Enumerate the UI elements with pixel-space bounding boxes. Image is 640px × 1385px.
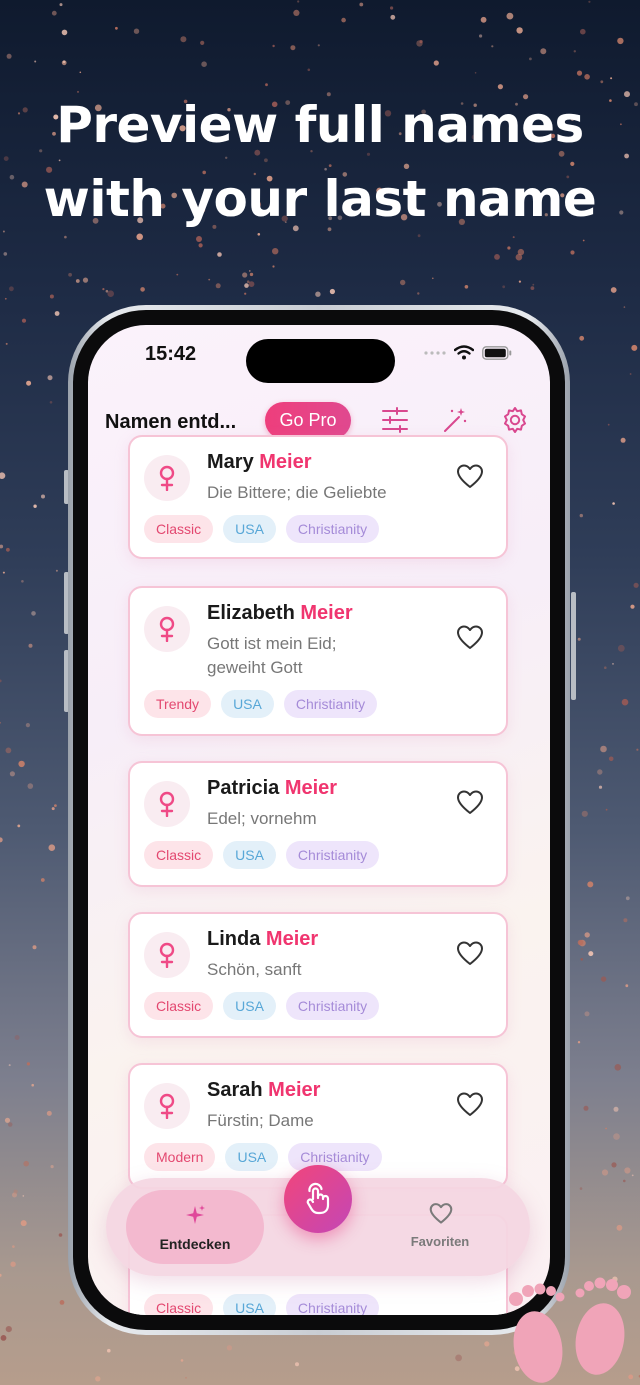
phone-frame: 15:42 Namen entd... Go Pro Mary Meier Di…: [68, 305, 570, 1335]
first-name: Linda: [207, 928, 261, 950]
app-header: Namen entd... Go Pro: [88, 387, 550, 439]
app-screen: 15:42 Namen entd... Go Pro Mary Meier Di…: [88, 325, 550, 1315]
heart-icon[interactable]: [456, 463, 484, 491]
gender-badge: [144, 455, 190, 501]
first-name: Mary: [207, 451, 254, 473]
tag-country: USA: [225, 1143, 279, 1171]
full-name: Mary Meier: [207, 451, 312, 474]
full-name: Elizabeth Meier: [207, 602, 353, 625]
tag-religion: Christianity: [288, 1143, 382, 1171]
female-icon: [159, 942, 175, 968]
name-meaning: Schön, sanft: [207, 960, 302, 979]
gender-badge: [144, 932, 190, 978]
swipe-button[interactable]: [284, 1165, 352, 1233]
tag-religion: Christianity: [285, 1294, 380, 1315]
last-name: Meier: [268, 1079, 321, 1101]
last-name: Meier: [265, 928, 319, 950]
name-card[interactable]: Elizabeth Meier Gott ist mein Eid; gewei…: [128, 586, 508, 736]
tag-list: Classic USA Christianity: [144, 1294, 380, 1315]
tag-era: Classic: [144, 992, 214, 1020]
signal-icon: [424, 350, 446, 355]
tab-favorites-label: Favoriten: [410, 1234, 470, 1249]
last-name: Meier: [300, 602, 353, 624]
wifi-icon: [454, 345, 474, 360]
headline-line-2: with your last name: [43, 170, 597, 228]
heart-icon[interactable]: [456, 624, 484, 652]
gear-icon[interactable]: [500, 405, 530, 435]
sparkles-icon: [186, 1205, 205, 1224]
phone-power-button: [571, 592, 576, 700]
tag-list: Classic USA Christianity: [144, 992, 380, 1020]
tag-list: Modern USA Christianity: [144, 1143, 382, 1171]
tag-religion: Christianity: [285, 992, 380, 1020]
gender-badge: [144, 606, 190, 652]
name-meaning: Gott ist mein Eid; geweiht Gott: [207, 634, 337, 677]
gender-badge: [144, 1083, 190, 1129]
full-name: Sarah Meier: [207, 1079, 320, 1102]
status-icons: [424, 345, 512, 360]
tag-country: USA: [223, 841, 276, 869]
dynamic-island: [246, 339, 395, 383]
tag-religion: Christianity: [285, 841, 380, 869]
headline-line-1: Preview full names: [56, 96, 584, 154]
female-icon: [159, 791, 175, 817]
name-meaning: Edel; vornehm: [207, 809, 317, 828]
heart-icon[interactable]: [456, 789, 484, 817]
heart-icon[interactable]: [456, 1091, 484, 1119]
tag-religion: Christianity: [283, 690, 378, 718]
status-bar: 15:42: [88, 325, 550, 385]
tag-era: Classic: [144, 515, 214, 543]
tap-hand-icon: [306, 1182, 330, 1215]
name-meaning: Die Bittere; die Geliebte: [207, 483, 387, 502]
page-title: Namen entd...: [105, 411, 237, 433]
tag-country: USA: [223, 992, 276, 1020]
phone-bezel: 15:42 Namen entd... Go Pro Mary Meier Di…: [73, 310, 565, 1330]
name-card[interactable]: Patricia Meier Edel; vornehm Classic USA…: [128, 761, 508, 887]
first-name: Patricia: [207, 777, 280, 799]
baby-feet-logo: [509, 1277, 631, 1383]
battery-icon: [482, 345, 512, 360]
heart-icon: [429, 1203, 453, 1224]
name-card[interactable]: Linda Meier Schön, sanft Classic USA Chr…: [128, 912, 508, 1038]
gender-badge: [144, 781, 190, 827]
full-name: Linda Meier: [207, 928, 318, 951]
magic-wand-icon[interactable]: [440, 405, 470, 435]
tag-era: Modern: [144, 1143, 216, 1171]
last-name: Meier: [284, 777, 338, 799]
status-time: 15:42: [145, 343, 197, 365]
name-meaning: Fürstin; Dame: [207, 1111, 314, 1130]
female-icon: [159, 616, 175, 642]
female-icon: [159, 465, 175, 491]
tag-country: USA: [223, 515, 276, 543]
tab-discover[interactable]: Entdecken: [126, 1190, 264, 1264]
tag-era: Classic: [144, 841, 214, 869]
tag-list: Trendy USA Christianity: [144, 690, 378, 718]
heart-icon[interactable]: [456, 940, 484, 968]
tag-country: USA: [223, 1294, 276, 1315]
tag-country: USA: [221, 690, 274, 718]
tag-era: Classic: [144, 1294, 214, 1315]
tab-favorites[interactable]: Favoriten: [380, 1190, 500, 1264]
marketing-headline: Preview full names with your last name: [0, 88, 640, 236]
tab-discover-label: Entdecken: [159, 1236, 231, 1252]
full-name: Patricia Meier: [207, 777, 337, 800]
sliders-icon[interactable]: [380, 405, 410, 435]
tag-list: Classic USA Christianity: [144, 841, 380, 869]
first-name: Sarah: [207, 1079, 263, 1101]
tag-list: Classic USA Christianity: [144, 515, 380, 543]
female-icon: [159, 1093, 175, 1119]
go-pro-button[interactable]: Go Pro: [265, 402, 351, 439]
tag-era: Trendy: [144, 690, 212, 718]
tag-religion: Christianity: [285, 515, 380, 543]
last-name: Meier: [259, 451, 312, 473]
first-name: Elizabeth: [207, 602, 295, 624]
name-card[interactable]: Mary Meier Die Bittere; die Geliebte Cla…: [128, 435, 508, 559]
